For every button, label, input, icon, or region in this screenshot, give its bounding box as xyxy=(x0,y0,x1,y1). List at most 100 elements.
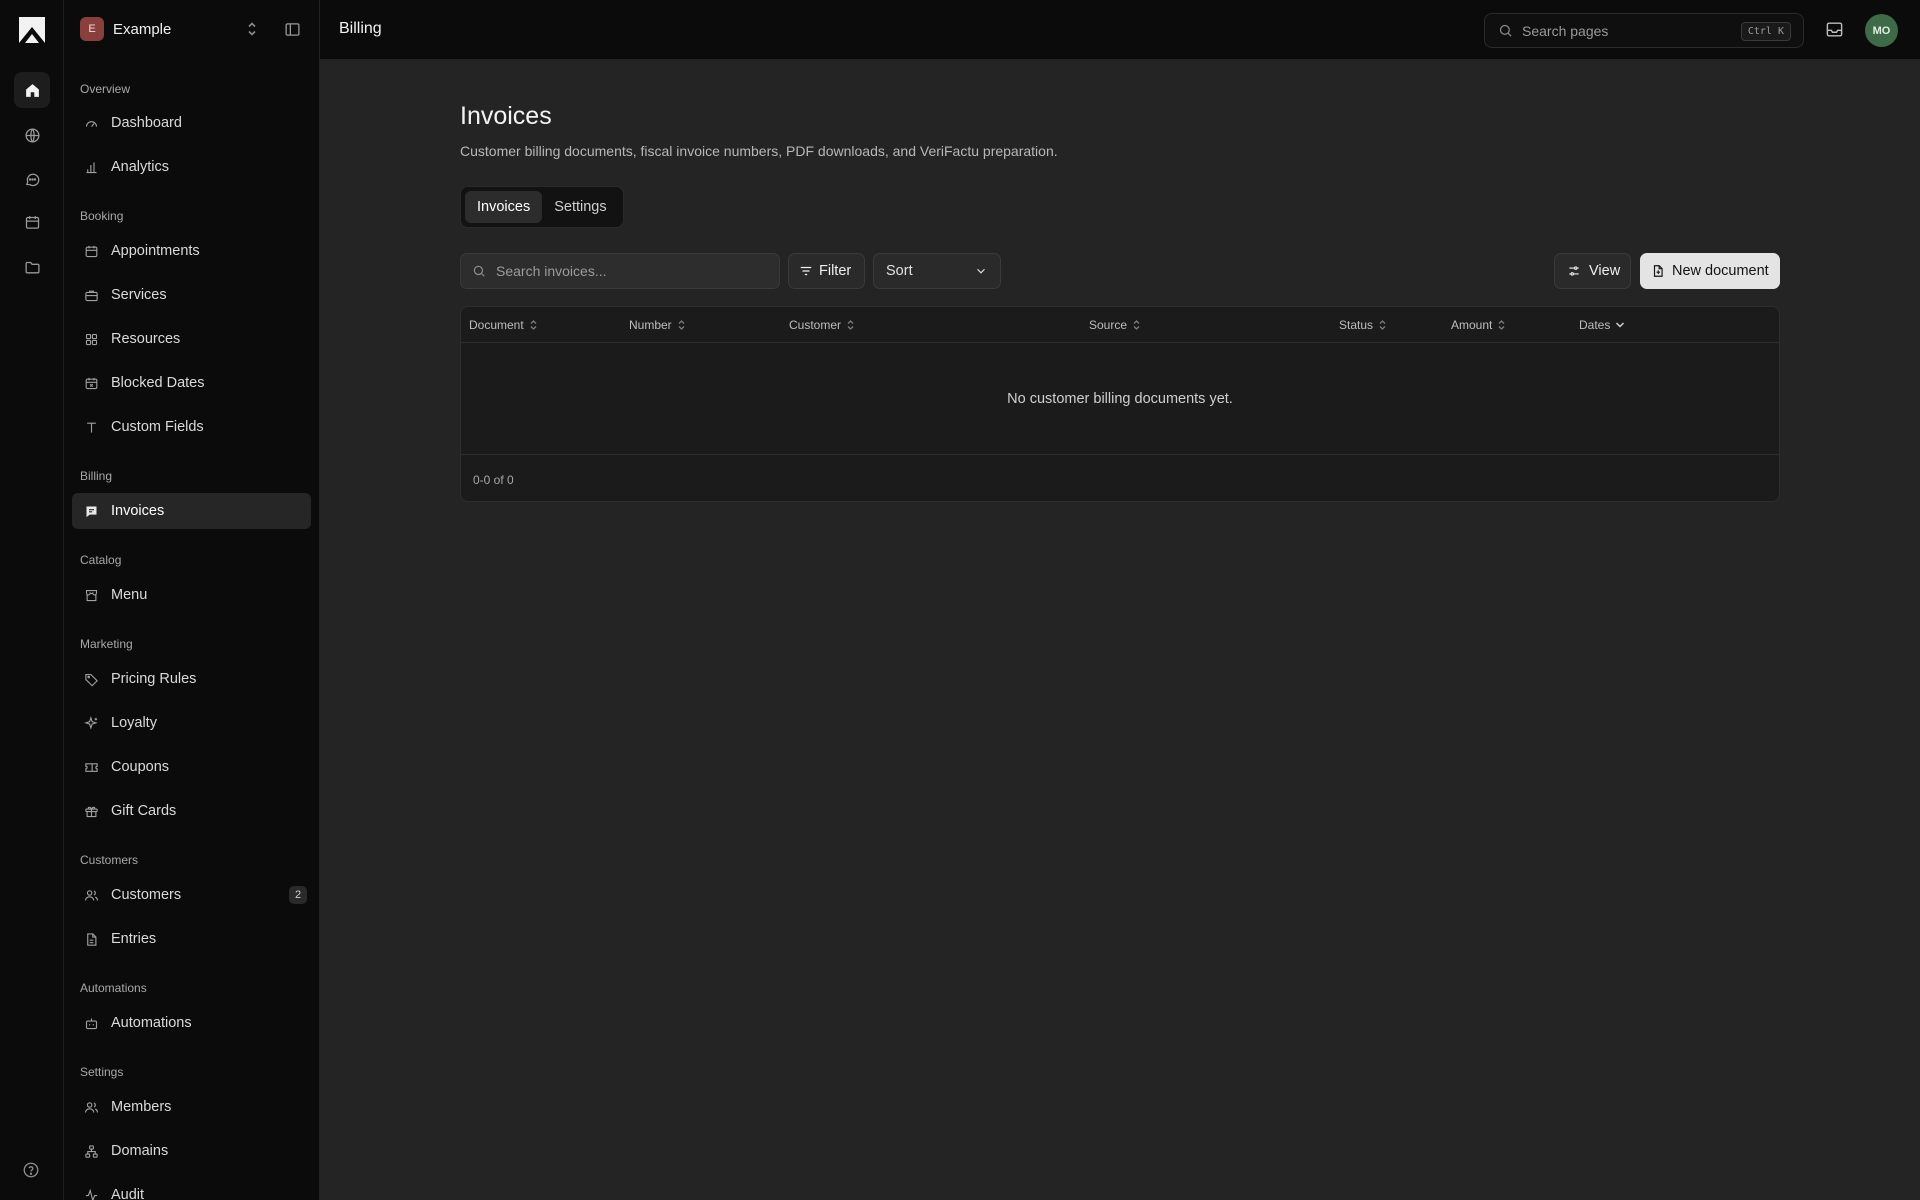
column-number[interactable]: Number xyxy=(629,318,686,332)
filter-button[interactable]: Filter xyxy=(788,253,865,289)
chevron-down-icon xyxy=(1616,322,1625,328)
sidebar-item-entries[interactable]: Entries xyxy=(72,921,311,957)
sort-icon xyxy=(530,320,537,330)
sidebar-item-services[interactable]: Services xyxy=(72,277,311,313)
chevron-down-icon xyxy=(977,268,985,274)
sidebar-item-domains[interactable]: Domains xyxy=(72,1133,311,1169)
search-icon xyxy=(473,265,485,277)
tag-icon xyxy=(85,673,98,687)
column-customer[interactable]: Customer xyxy=(789,318,855,332)
message-circle-icon[interactable] xyxy=(14,161,50,197)
search-invoices-input[interactable] xyxy=(496,263,756,279)
workspace-name: Example xyxy=(113,20,172,38)
calendar-icon[interactable] xyxy=(14,204,50,240)
sidebar-item-loyalty[interactable]: Loyalty xyxy=(72,705,311,741)
sidebar-item-label: Entries xyxy=(111,931,157,947)
folder-icon[interactable] xyxy=(14,249,50,285)
icon-rail xyxy=(0,0,64,1200)
sidebar-item-label: Appointments xyxy=(111,243,200,259)
sidebar-item-pricing-rules[interactable]: Pricing Rules xyxy=(72,661,311,697)
filter-icon xyxy=(800,266,812,276)
sidebar-item-resources[interactable]: Resources xyxy=(72,321,311,357)
sidebar-item-label: Audit xyxy=(111,1187,145,1200)
column-label: Source xyxy=(1089,318,1128,332)
sidebar-item-dashboard[interactable]: Dashboard xyxy=(72,105,311,141)
tab-invoices[interactable]: Invoices xyxy=(465,191,543,223)
search-icon xyxy=(1499,24,1512,37)
sidebar-item-automations[interactable]: Automations xyxy=(72,1005,311,1041)
column-source[interactable]: Source xyxy=(1089,318,1141,332)
count-badge: 2 xyxy=(289,886,307,904)
sidebar-item-label: Automations xyxy=(111,1015,192,1031)
gauge-icon xyxy=(85,120,98,127)
sort-icon xyxy=(1133,320,1140,330)
store-icon xyxy=(85,589,98,601)
sidebar-item-customers[interactable]: Customers 2 xyxy=(72,877,311,913)
section-customers: Customers xyxy=(80,853,139,867)
home-icon[interactable] xyxy=(14,72,50,108)
bot-icon xyxy=(85,1018,98,1029)
sidebar-item-label: Coupons xyxy=(111,759,170,775)
sidebar-item-analytics[interactable]: Analytics xyxy=(72,149,311,185)
column-document[interactable]: Document xyxy=(469,318,538,332)
sidebar-item-label: Blocked Dates xyxy=(111,375,205,391)
sidebar-item-label: Custom Fields xyxy=(111,419,204,435)
sort-select[interactable]: Sort xyxy=(873,253,1001,289)
sidebar-item-label: Gift Cards xyxy=(111,803,177,819)
network-icon xyxy=(85,1144,98,1158)
calendar-x-icon xyxy=(85,377,98,389)
activity-icon xyxy=(85,1188,98,1200)
page-title: Invoices xyxy=(460,102,552,130)
workspace-switcher[interactable]: E Example xyxy=(80,17,171,41)
sidebar-item-invoices[interactable]: Invoices xyxy=(72,493,311,529)
sidebar-item-label: Dashboard xyxy=(111,115,182,131)
grid-icon xyxy=(85,333,98,345)
section-marketing: Marketing xyxy=(80,637,133,651)
column-amount[interactable]: Amount xyxy=(1451,318,1506,332)
section-billing: Billing xyxy=(80,469,113,483)
sidebar-item-audit[interactable]: Audit xyxy=(72,1177,311,1200)
column-label: Document xyxy=(469,318,524,332)
sidebar-item-label: Members xyxy=(111,1099,172,1115)
sidebar-item-members[interactable]: Members xyxy=(72,1089,311,1125)
column-dates[interactable]: Dates xyxy=(1579,318,1625,332)
sparkle-icon xyxy=(84,715,98,730)
view-button[interactable]: View xyxy=(1554,253,1631,289)
sidebar-item-label: Customers xyxy=(111,887,182,903)
user-avatar[interactable]: MO xyxy=(1865,14,1898,47)
sidebar-item-custom-fields[interactable]: Custom Fields xyxy=(72,409,311,445)
sidebar-item-coupons[interactable]: Coupons xyxy=(72,749,311,785)
sort-icon xyxy=(1379,320,1386,330)
column-label: Number xyxy=(629,318,672,332)
sidebar-item-label: Domains xyxy=(111,1143,169,1159)
file-plus-icon xyxy=(1653,265,1663,277)
page-description: Customer billing documents, fiscal invoi… xyxy=(460,143,1058,159)
sidebar-item-label: Analytics xyxy=(111,159,170,175)
sidebar-item-menu[interactable]: Menu xyxy=(72,577,311,613)
invoice-icon xyxy=(86,506,97,517)
top-bar: Billing Search pages Ctrl K MO xyxy=(320,0,1920,60)
inbox-icon[interactable] xyxy=(1825,20,1844,39)
sidebar-item-appointments[interactable]: Appointments xyxy=(72,233,311,269)
sliders-icon xyxy=(1569,266,1579,276)
tab-settings[interactable]: Settings xyxy=(542,191,618,223)
calendar-icon xyxy=(85,245,98,257)
sidebar-item-blocked-dates[interactable]: Blocked Dates xyxy=(72,365,311,401)
search-pages-input[interactable]: Search pages Ctrl K xyxy=(1484,13,1804,48)
sidebar: E Example Overview Dashboard Analytics B… xyxy=(64,0,320,1200)
column-status[interactable]: Status xyxy=(1339,318,1387,332)
users-icon xyxy=(85,889,98,901)
app-logo-icon[interactable] xyxy=(17,15,47,45)
help-icon[interactable] xyxy=(22,1161,40,1179)
invoices-table: Document Number Customer Source Status A… xyxy=(460,306,1780,502)
panel-left-icon[interactable] xyxy=(284,21,301,38)
chevrons-up-down-icon[interactable] xyxy=(245,20,259,38)
section-booking: Booking xyxy=(80,209,124,223)
table-header: Document Number Customer Source Status A… xyxy=(461,307,1779,343)
sort-label: Sort xyxy=(886,263,913,279)
globe-icon[interactable] xyxy=(14,117,50,153)
sidebar-item-label: Menu xyxy=(111,587,148,603)
sidebar-item-gift-cards[interactable]: Gift Cards xyxy=(72,793,311,829)
gift-icon xyxy=(85,806,98,817)
new-document-button[interactable]: New document xyxy=(1640,253,1780,289)
